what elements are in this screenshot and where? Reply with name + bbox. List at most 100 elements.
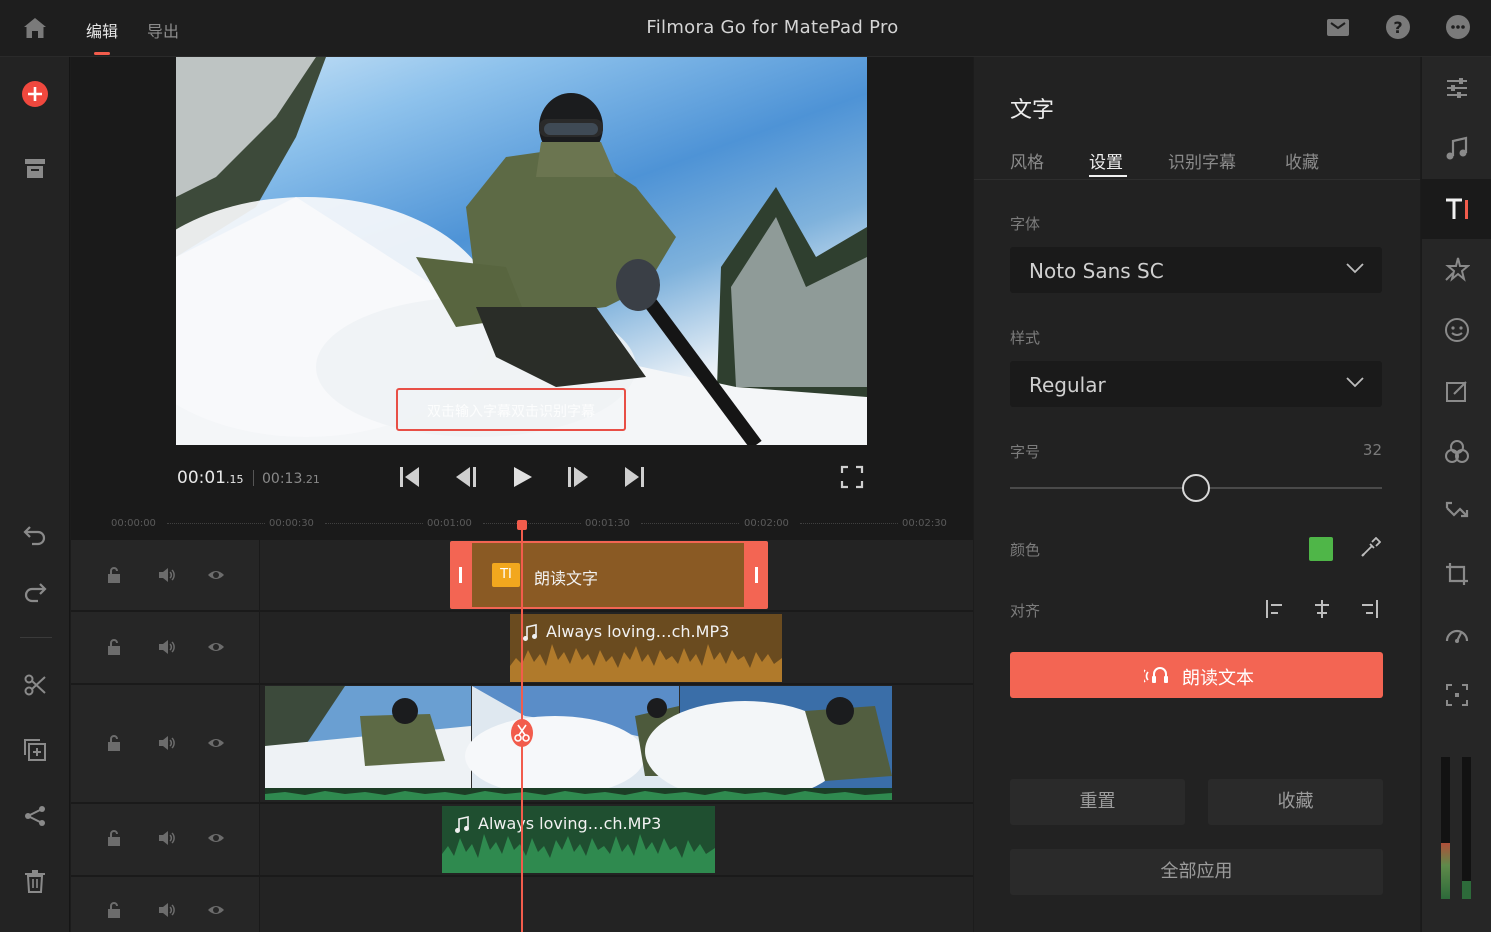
- subtitle-placeholder[interactable]: 双击输入字幕双击识别字幕: [427, 404, 595, 420]
- ruler-label: 00:02:00: [744, 518, 789, 529]
- audio-clip[interactable]: Always loving…ch.MP3: [442, 806, 715, 873]
- volume-icon[interactable]: [157, 901, 175, 919]
- left-toolbar: [0, 57, 70, 932]
- effects-icon[interactable]: [1444, 256, 1470, 282]
- chevron-down-icon: [1346, 263, 1364, 274]
- split-icon[interactable]: [22, 672, 48, 698]
- undo-icon[interactable]: [22, 521, 48, 547]
- help-icon[interactable]: ?: [1385, 14, 1411, 40]
- play-icon[interactable]: [509, 464, 535, 490]
- audio-level-meter-right: [1462, 757, 1471, 899]
- lock-icon[interactable]: [105, 638, 123, 656]
- reset-button[interactable]: 重置: [1010, 779, 1185, 825]
- eye-icon[interactable]: [207, 734, 225, 752]
- divider: [20, 637, 52, 638]
- video-preview[interactable]: 双击输入字幕双击识别字幕: [176, 57, 867, 445]
- svg-text:?: ?: [1393, 18, 1402, 37]
- filter-icon[interactable]: [1444, 439, 1470, 465]
- speed-icon[interactable]: [1444, 622, 1470, 648]
- sticker-icon[interactable]: [1444, 317, 1470, 343]
- top-bar: 编辑 导出 Filmora Go for MatePad Pro ?: [0, 0, 1491, 57]
- current-time-frames: .15: [226, 473, 244, 486]
- style-value: Regular: [1029, 373, 1106, 397]
- font-dropdown[interactable]: Noto Sans SC: [1010, 247, 1382, 293]
- music-note-icon: [455, 816, 469, 833]
- eye-icon[interactable]: [207, 638, 225, 656]
- size-slider-thumb[interactable]: [1182, 474, 1210, 502]
- next-frame-icon[interactable]: [565, 464, 591, 490]
- apply-all-button[interactable]: 全部应用: [1010, 849, 1383, 895]
- tab-settings[interactable]: 设置: [1089, 148, 1123, 173]
- read-text-label: 朗读文本: [1182, 668, 1254, 689]
- lock-icon[interactable]: [105, 566, 123, 584]
- share-icon[interactable]: [22, 803, 48, 829]
- text-settings-panel: 文字 风格 设置 识别字幕 收藏 字体 Noto Sans SC 样式 Regu…: [974, 57, 1420, 932]
- eye-icon[interactable]: [207, 829, 225, 847]
- style-label: 样式: [1010, 329, 1041, 347]
- skip-to-start-icon[interactable]: [397, 464, 423, 490]
- current-time-main: 00:01: [177, 468, 226, 488]
- favorite-button[interactable]: 收藏: [1208, 779, 1383, 825]
- color-swatch[interactable]: [1309, 537, 1333, 561]
- previous-frame-icon[interactable]: [453, 464, 479, 490]
- preview-area: 双击输入字幕双击识别字幕 00:01.15 00:13.21: [71, 57, 973, 517]
- transition-icon[interactable]: [1444, 500, 1470, 526]
- eye-icon[interactable]: [207, 566, 225, 584]
- read-text-button[interactable]: 朗读文本: [1010, 652, 1383, 698]
- total-time-main: 00:13: [262, 471, 303, 487]
- trim-handle-left[interactable]: [459, 567, 462, 583]
- tab-recognize-subtitles[interactable]: 识别字幕: [1168, 148, 1236, 173]
- lock-icon[interactable]: [105, 901, 123, 919]
- ruler-dots: [167, 523, 265, 524]
- align-center-icon[interactable]: [1311, 598, 1333, 620]
- music-icon[interactable]: [1444, 136, 1470, 162]
- audio-clip-label: Always loving…ch.MP3: [478, 814, 662, 833]
- time-divider: [253, 470, 254, 486]
- size-value: 32: [1362, 441, 1382, 459]
- ruler-dots: [641, 523, 739, 524]
- fit-icon[interactable]: [1444, 682, 1470, 708]
- text-clip[interactable]: TI 朗读文字: [450, 541, 768, 609]
- redo-icon[interactable]: [22, 578, 48, 604]
- audio-clip[interactable]: Always loving…ch.MP3: [510, 614, 782, 682]
- delete-icon[interactable]: [22, 868, 48, 894]
- volume-icon[interactable]: [157, 734, 175, 752]
- tab-style[interactable]: 风格: [1010, 148, 1044, 173]
- fullscreen-icon[interactable]: [839, 464, 865, 490]
- tab-favorites[interactable]: 收藏: [1285, 148, 1319, 173]
- message-icon[interactable]: [1325, 14, 1351, 40]
- skip-to-end-icon[interactable]: [621, 464, 647, 490]
- volume-icon[interactable]: [157, 566, 175, 584]
- eye-icon[interactable]: [207, 901, 225, 919]
- lock-icon[interactable]: [105, 734, 123, 752]
- align-left-icon[interactable]: [1264, 598, 1286, 620]
- align-right-icon[interactable]: [1358, 598, 1380, 620]
- style-dropdown[interactable]: Regular: [1010, 361, 1382, 407]
- text-clip-label: 朗读文字: [534, 569, 599, 588]
- add-icon[interactable]: [22, 81, 48, 107]
- video-clip[interactable]: [265, 686, 892, 800]
- adjust-icon[interactable]: [1444, 75, 1470, 101]
- volume-icon[interactable]: [157, 829, 175, 847]
- scissors-icon[interactable]: [510, 718, 534, 748]
- archive-icon[interactable]: [22, 155, 48, 181]
- current-time: 00:01.15: [177, 468, 244, 488]
- volume-icon[interactable]: [157, 638, 175, 656]
- more-icon[interactable]: [1445, 14, 1471, 40]
- lock-icon[interactable]: [105, 829, 123, 847]
- eyedropper-icon[interactable]: [1359, 537, 1381, 559]
- align-label: 对齐: [1010, 602, 1041, 620]
- duplicate-icon[interactable]: [22, 737, 48, 763]
- size-label: 字号: [1010, 443, 1041, 461]
- video-frame-image: 双击输入字幕双击识别字幕: [176, 57, 867, 445]
- text-icon[interactable]: [1444, 196, 1470, 222]
- edit-note-icon[interactable]: [1444, 378, 1470, 404]
- crop-icon[interactable]: [1444, 561, 1470, 587]
- trim-handle-right[interactable]: [755, 567, 758, 583]
- playhead-handle[interactable]: [517, 520, 527, 530]
- font-label: 字体: [1010, 215, 1041, 233]
- active-tab-indicator: [1089, 175, 1127, 177]
- empty-track[interactable]: [260, 877, 973, 932]
- right-toolbar: [1421, 57, 1491, 932]
- ruler-label: 00:00:30: [269, 518, 314, 529]
